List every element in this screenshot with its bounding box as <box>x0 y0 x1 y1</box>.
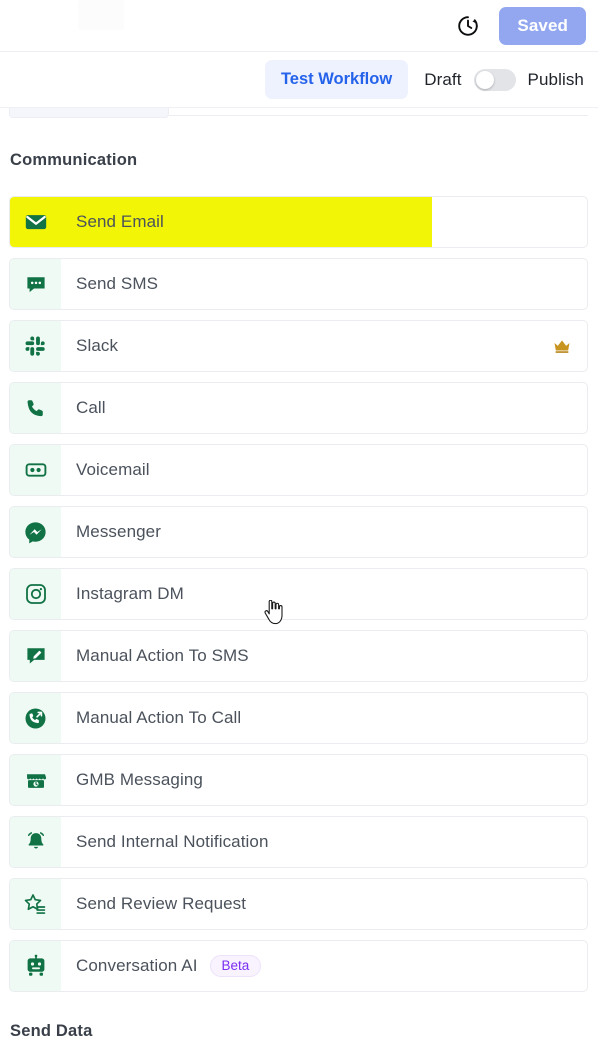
phone-icon <box>10 383 61 433</box>
list-item-call[interactable]: Call <box>9 382 588 434</box>
communication-items: Send Email Send SMS Slack Call Voicemail… <box>9 196 588 992</box>
save-status-button[interactable]: Saved <box>499 6 586 45</box>
draft-label: Draft <box>424 69 462 89</box>
list-item-label: Send SMS <box>76 274 159 293</box>
search-input-cutoff[interactable] <box>9 108 169 118</box>
list-item-conversation-ai[interactable]: Conversation AI Beta <box>9 940 588 992</box>
list-item-label: Instagram DM <box>76 584 184 603</box>
phone-arrow-icon <box>10 693 61 743</box>
history-clock-icon[interactable] <box>455 13 481 39</box>
status-badge-beta: Beta <box>209 954 262 978</box>
list-item-label: Send Email <box>76 212 164 231</box>
section-header-send-data: Send Data <box>10 1022 93 1040</box>
envelope-icon <box>10 197 61 247</box>
storefront-icon <box>10 755 61 805</box>
slack-icon <box>10 321 61 371</box>
star-lines-icon <box>10 879 61 929</box>
list-item-send-review-request[interactable]: Send Review Request <box>9 878 588 930</box>
action-list: Communication Send Email Send SMS Slack … <box>0 119 598 1041</box>
list-item-label: Send Internal Notification <box>76 832 269 851</box>
workflow-action-bar: Test Workflow Draft Publish <box>0 52 598 108</box>
ghost-tab-placeholder <box>78 0 124 30</box>
test-workflow-button[interactable]: Test Workflow <box>264 60 409 99</box>
list-item-label: Call <box>76 398 106 417</box>
top-bar: Saved <box>0 0 598 52</box>
list-item-voicemail[interactable]: Voicemail <box>9 444 588 496</box>
toggle-knob <box>475 70 494 89</box>
publish-label: Publish <box>527 69 584 89</box>
list-item-label: Messenger <box>76 522 161 541</box>
selection-highlight <box>10 197 432 247</box>
list-item-label: Manual Action To SMS <box>76 646 249 665</box>
list-item-slack[interactable]: Slack <box>9 320 588 372</box>
list-item-label: Conversation AI <box>76 956 198 975</box>
robot-icon <box>10 941 61 991</box>
pencil-bubble-icon <box>10 631 61 681</box>
list-item-send-email[interactable]: Send Email <box>9 196 588 248</box>
instagram-icon <box>10 569 61 619</box>
messenger-icon <box>10 507 61 557</box>
list-item-messenger[interactable]: Messenger <box>9 506 588 558</box>
list-item-label: Voicemail <box>76 460 150 479</box>
list-item-label: Slack <box>76 336 119 355</box>
search-field-partial[interactable] <box>0 108 598 119</box>
voicemail-icon <box>10 445 61 495</box>
publish-toggle-group: Draft Publish <box>424 68 584 91</box>
section-header-communication: Communication <box>10 151 138 169</box>
list-item-instagram-dm[interactable]: Instagram DM <box>9 568 588 620</box>
list-item-send-sms[interactable]: Send SMS <box>9 258 588 310</box>
list-item-label: GMB Messaging <box>76 770 203 789</box>
bell-icon <box>10 817 61 867</box>
list-item-send-internal-notification[interactable]: Send Internal Notification <box>9 816 588 868</box>
list-item-label: Manual Action To Call <box>76 708 242 727</box>
list-item-manual-action-to-call[interactable]: Manual Action To Call <box>9 692 588 744</box>
publish-toggle-switch[interactable] <box>473 68 516 91</box>
list-item-label: Send Review Request <box>76 894 247 913</box>
chat-bubble-icon <box>10 259 61 309</box>
list-item-gmb-messaging[interactable]: GMB Messaging <box>9 754 588 806</box>
list-item-manual-action-to-sms[interactable]: Manual Action To SMS <box>9 630 588 682</box>
premium-crown-icon <box>551 335 573 357</box>
search-row-divider <box>169 108 588 116</box>
